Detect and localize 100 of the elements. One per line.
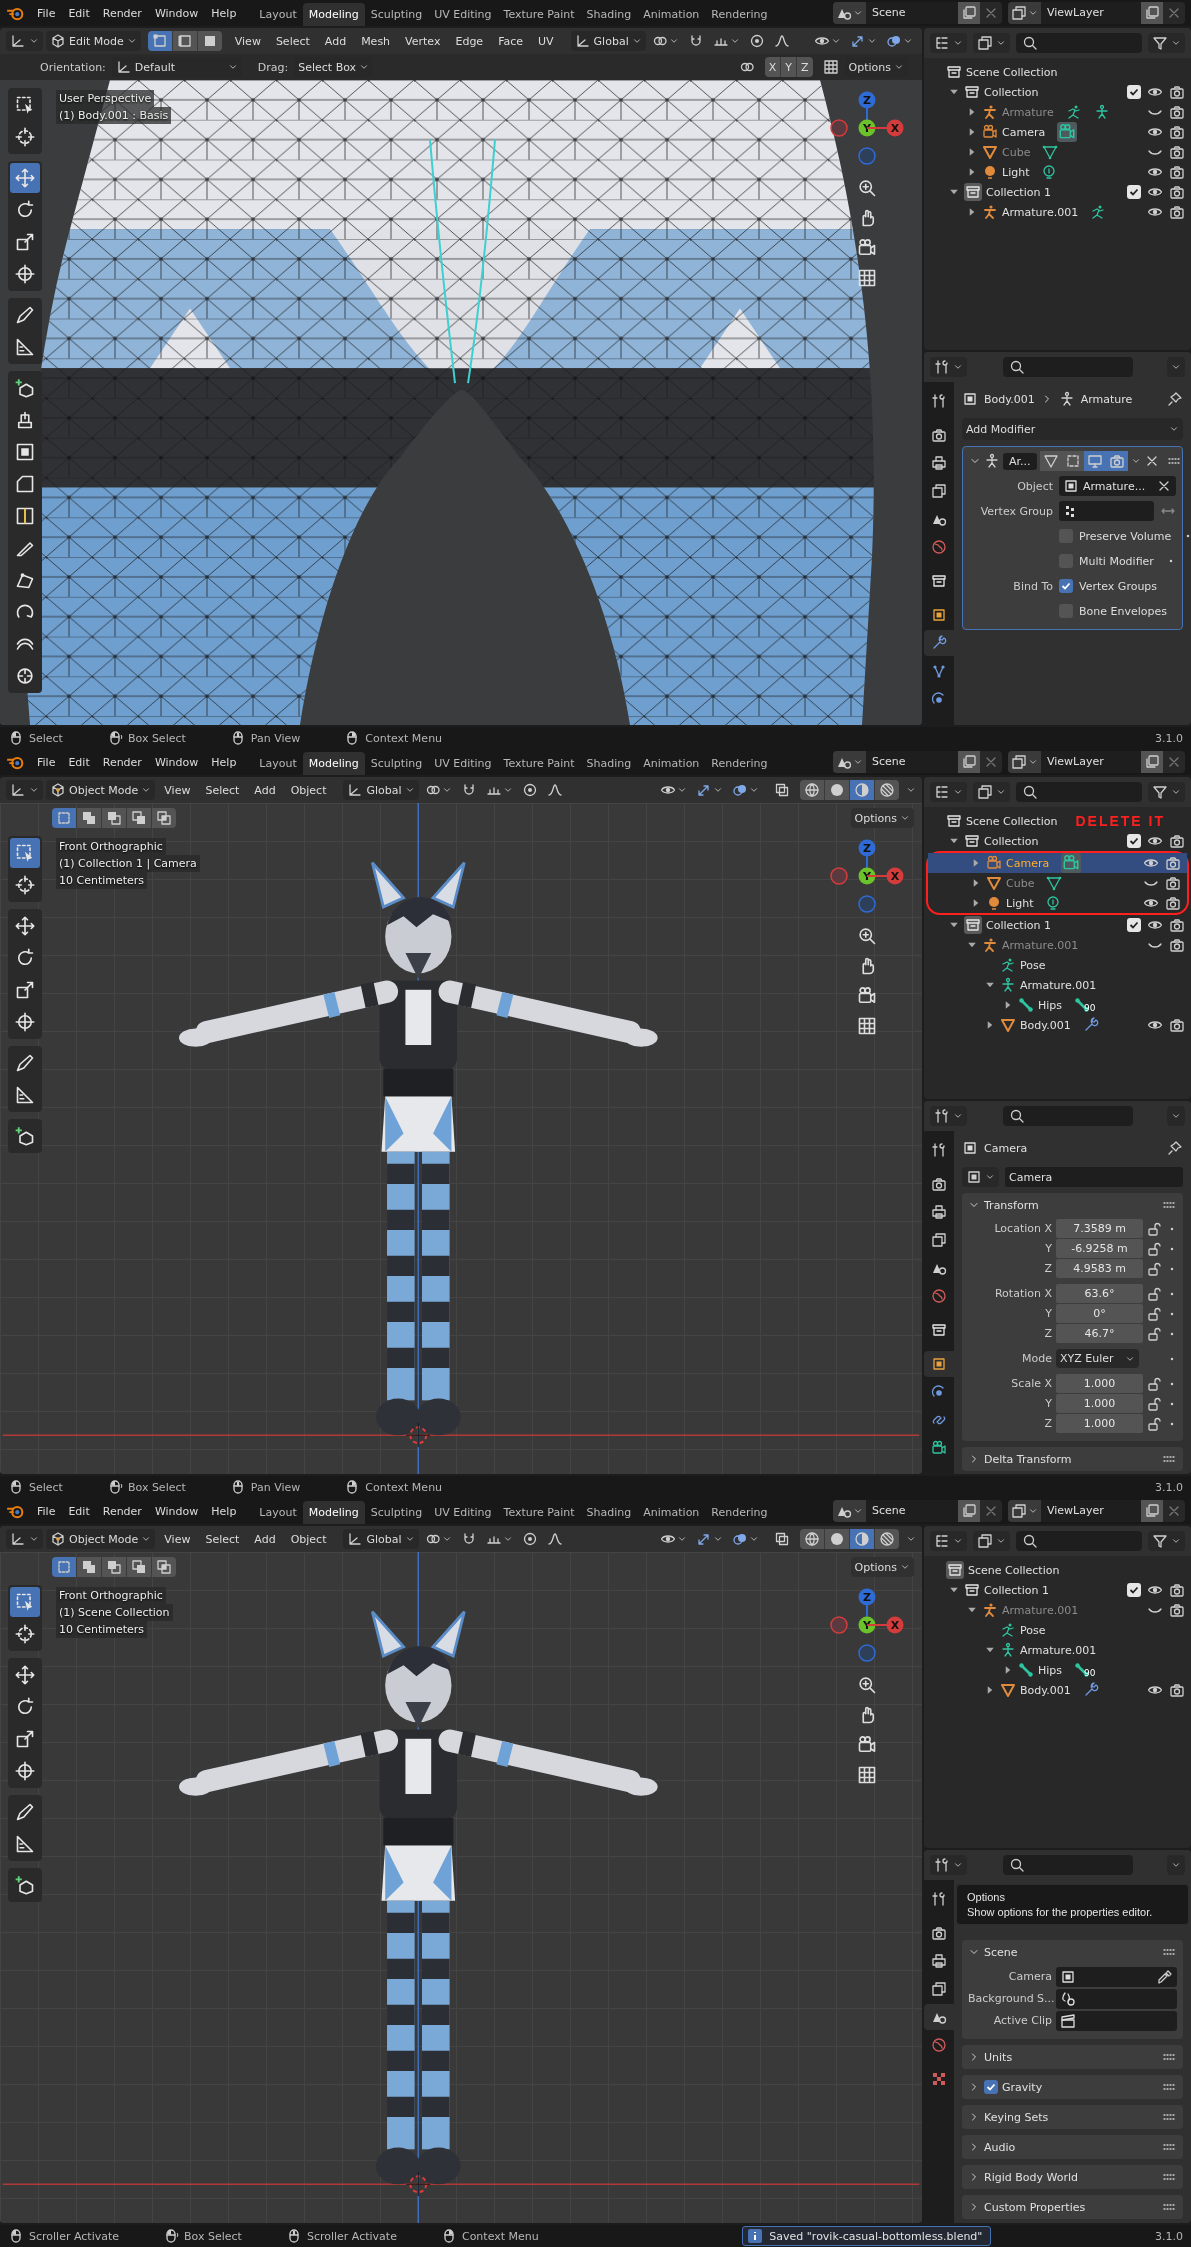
axis-toggle-button[interactable]: X (764, 57, 782, 77)
outliner-row[interactable]: Armature.001 (924, 202, 1191, 222)
panel-header[interactable]: Delta Transform (962, 1447, 1183, 1471)
outliner-row[interactable]: Armature.001 (924, 975, 1191, 995)
menu-item[interactable]: Help (205, 1501, 243, 1521)
number-field[interactable]: 1.000 (1056, 1394, 1143, 1413)
axis-toggle-button[interactable]: Y (781, 57, 797, 77)
object-field[interactable]: Armature... (1059, 476, 1176, 496)
workspace-tab[interactable]: Animation (637, 1501, 706, 1524)
menu-item[interactable]: File (31, 752, 62, 772)
menu-item[interactable]: Window (148, 752, 205, 772)
workspace-tab[interactable]: Texture Paint (497, 3, 581, 26)
workspace-tab[interactable]: Animation (637, 752, 706, 775)
menu-item[interactable]: Select (269, 34, 316, 48)
menu-item[interactable]: File (31, 1501, 62, 1521)
menu-item[interactable]: Object (284, 783, 333, 797)
axis-toggle-button[interactable]: Z (797, 57, 813, 77)
menu-item[interactable]: Help (205, 752, 243, 772)
menu-item[interactable]: View (228, 34, 267, 48)
mode-dropdown[interactable]: Object Mode (46, 780, 156, 800)
outliner-row[interactable]: Light (928, 893, 1187, 913)
number-field[interactable]: 4.9583 m (1056, 1259, 1143, 1278)
menu-item[interactable]: Edge (449, 34, 490, 48)
menu-item[interactable]: Object (284, 1532, 333, 1546)
outliner-row[interactable]: Collection (924, 82, 1191, 102)
workspace-tab[interactable]: Sculpting (364, 1501, 429, 1524)
menu-item[interactable]: Add (248, 783, 282, 797)
menu-item[interactable]: Render (96, 3, 148, 23)
panel-header[interactable]: Custom Properties (962, 2195, 1183, 2219)
panel-header[interactable]: Rigid Body World (962, 2165, 1183, 2189)
outliner-row[interactable]: Collection 1 (924, 182, 1191, 202)
menu-item[interactable]: Help (205, 3, 243, 23)
menu-item[interactable]: View (158, 1532, 197, 1546)
panel-header[interactable]: Transform (962, 1193, 1183, 1217)
menu-item[interactable]: Select (199, 1532, 246, 1546)
outliner-row[interactable]: Scene Collection (924, 1560, 1191, 1580)
menu-item[interactable]: Window (148, 1501, 205, 1521)
workspace-tab[interactable]: Shading (580, 3, 638, 26)
panel-header[interactable]: Keying Sets (962, 2105, 1183, 2129)
menu-item[interactable]: Vertex (399, 34, 447, 48)
menu-item[interactable]: Add (318, 34, 353, 48)
menu-item[interactable]: Edit (62, 3, 96, 23)
workspace-tab[interactable]: Sculpting (364, 752, 429, 775)
panel-header[interactable]: Units (962, 2045, 1183, 2069)
workspace-tab[interactable]: Modeling (302, 752, 365, 775)
menu-item[interactable]: Face (492, 34, 529, 48)
menu-item[interactable]: Select (199, 783, 246, 797)
outliner-row[interactable]: Collection 1 (924, 915, 1191, 935)
number-field[interactable]: 46.7° (1056, 1324, 1143, 1343)
outliner-row[interactable]: Pose (924, 955, 1191, 975)
mode-dropdown[interactable]: Object Mode (46, 1529, 156, 1549)
workspace-tab[interactable]: UV Editing (428, 752, 498, 775)
number-field[interactable]: -6.9258 m (1056, 1239, 1143, 1258)
orientation-dropdown[interactable]: Global (343, 780, 419, 800)
mode-dropdown[interactable]: Edit Mode (46, 31, 141, 51)
workspace-tab[interactable]: Rendering (705, 3, 774, 26)
outliner-row[interactable]: Body.001 (924, 1680, 1191, 1700)
menu-item[interactable]: UV (532, 34, 560, 48)
view-layer-name-field[interactable]: ViewLayer (1041, 751, 1141, 773)
workspace-tab[interactable]: Layout (253, 752, 303, 775)
options-dropdown[interactable]: Options (850, 808, 914, 828)
workspace-tab[interactable]: Rendering (705, 752, 774, 775)
workspace-tab[interactable]: Texture Paint (497, 1501, 581, 1524)
outliner-row[interactable]: Light (924, 162, 1191, 182)
view-layer-name-field[interactable]: ViewLayer (1041, 2, 1141, 24)
menu-item[interactable]: Edit (62, 752, 96, 772)
menu-item[interactable]: File (31, 3, 62, 23)
menu-item[interactable]: Add (248, 1532, 282, 1546)
panel-header[interactable]: Scene (962, 1940, 1183, 1964)
outliner-row[interactable]: Body.001 (924, 1015, 1191, 1035)
number-field[interactable]: 7.3589 m (1056, 1219, 1143, 1238)
outliner-row[interactable]: Collection 1 (924, 1580, 1191, 1600)
number-field[interactable]: 63.6° (1056, 1284, 1143, 1303)
workspace-tab[interactable]: Sculpting (364, 3, 429, 26)
outliner-row[interactable]: Armature.001 (924, 1600, 1191, 1620)
panel-header[interactable]: Gravity (962, 2075, 1183, 2099)
workspace-tab[interactable]: Rendering (705, 1501, 774, 1524)
outliner-row[interactable]: Cube (928, 873, 1187, 893)
add-modifier-dropdown[interactable]: Add Modifier (962, 418, 1183, 440)
number-field[interactable]: 0° (1056, 1304, 1143, 1323)
menu-item[interactable]: Edit (62, 1501, 96, 1521)
workspace-tab[interactable]: Texture Paint (497, 752, 581, 775)
menu-item[interactable]: Render (96, 1501, 148, 1521)
menu-item[interactable]: Render (96, 752, 148, 772)
number-field[interactable]: 1.000 (1056, 1374, 1143, 1393)
options-dropdown[interactable]: Options (850, 1557, 914, 1577)
number-field[interactable]: 1.000 (1056, 1414, 1143, 1433)
name-field[interactable]: Camera (1005, 1167, 1183, 1187)
outliner-row[interactable]: Armature.001 (924, 1640, 1191, 1660)
orientation-dropdown[interactable]: Global (343, 1529, 419, 1549)
outliner-row[interactable]: Scene Collection DELETE IT (924, 811, 1191, 831)
menu-item[interactable]: View (158, 783, 197, 797)
outliner-row[interactable]: Pose (924, 1620, 1191, 1640)
workspace-tab[interactable]: Layout (253, 3, 303, 26)
workspace-tab[interactable]: Animation (637, 3, 706, 26)
menu-item[interactable]: Mesh (355, 34, 397, 48)
modifier-name-field[interactable]: Ar... (1003, 452, 1037, 470)
outliner-row[interactable]: Collection (924, 831, 1191, 851)
outliner-row[interactable]: Scene Collection (924, 62, 1191, 82)
workspace-tab[interactable]: UV Editing (428, 3, 498, 26)
